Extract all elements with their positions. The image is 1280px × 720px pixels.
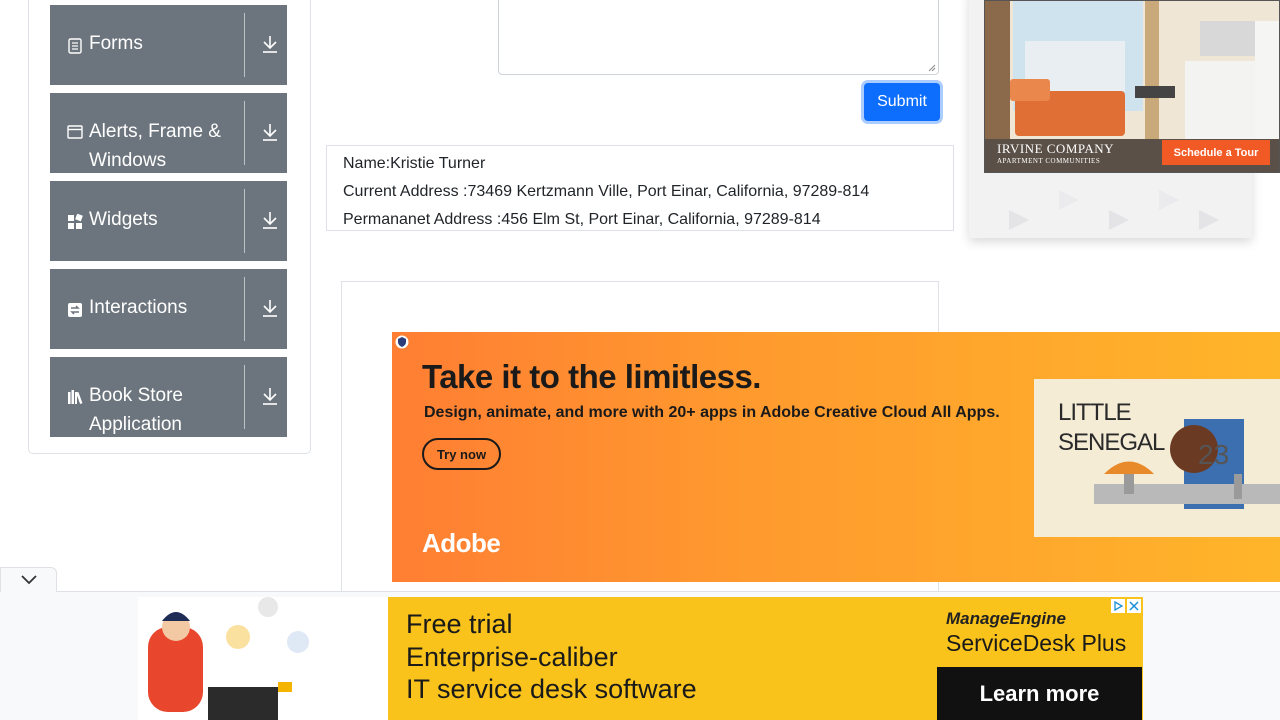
close-icon[interactable] — [1127, 599, 1141, 613]
sidebar-group-label: Interactions — [89, 297, 188, 318]
window-icon — [67, 125, 83, 139]
sidebar-group-alerts[interactable]: Alerts, Frame & Windows — [50, 93, 287, 173]
download-button[interactable] — [245, 181, 287, 261]
ad-badge-icon[interactable] — [395, 335, 409, 349]
manageengine-ad[interactable]: Free trial Enterprise-caliber IT service… — [138, 597, 1143, 720]
me-line1: Free trial — [406, 609, 513, 639]
download-button[interactable] — [245, 5, 287, 85]
resize-grip-icon[interactable] — [928, 64, 936, 72]
sidebar-group-forms[interactable]: Forms — [50, 5, 287, 85]
adobe-headline: Take it to the limitless. — [422, 358, 761, 395]
output-permanent-address: Permananet Address :456 Elm St, Port Ein… — [343, 211, 821, 228]
little-senegal-artwork: LITTLE SENEGAL 23 — [1034, 379, 1280, 537]
books-icon — [68, 390, 83, 404]
try-now-button[interactable]: Try now — [422, 438, 501, 470]
sidebar-group-label: Widgets — [89, 209, 158, 230]
adobe-ad-banner[interactable]: Take it to the limitless. Design, animat… — [392, 332, 1280, 582]
adobe-subtext: Design, animate, and more with 20+ apps … — [424, 404, 1000, 421]
sidebar-group-label: Book Store Application — [89, 385, 183, 435]
ad-choices[interactable] — [1111, 599, 1141, 613]
chevron-down-icon — [20, 575, 37, 585]
collapse-ad-button[interactable] — [0, 567, 57, 592]
output-box: Name:Kristie Turner Current Address :734… — [326, 145, 954, 231]
sidebar-group-bookstore[interactable]: Book Store Application — [50, 357, 287, 437]
adobe-logo: Adobe — [422, 528, 501, 558]
widgets-icon — [68, 214, 83, 229]
interactions-icon — [68, 303, 82, 317]
output-name: Name:Kristie Turner — [343, 155, 486, 172]
apartment-brand: IRVINE COMPANY APARTMENT COMMUNITIES — [997, 141, 1115, 165]
download-button[interactable] — [245, 357, 287, 437]
download-icon — [263, 124, 277, 141]
download-icon — [263, 36, 277, 53]
download-icon — [263, 388, 277, 405]
art-number: 23 — [1198, 439, 1230, 470]
sidebar-group-label: Alerts, Frame & Windows — [89, 121, 221, 171]
adchoices-icon[interactable] — [1111, 599, 1125, 613]
download-button[interactable] — [245, 93, 287, 173]
sidebar-group-label: Forms — [89, 33, 143, 54]
apartment-ad[interactable]: IRVINE COMPANY APARTMENT COMMUNITIES Sch… — [984, 0, 1280, 173]
download-icon — [263, 212, 277, 229]
schedule-tour-button[interactable]: Schedule a Tour — [1162, 140, 1270, 165]
manageengine-logo: ManageEngine — [946, 609, 1066, 628]
art-title-line1: LITTLE — [1058, 399, 1132, 426]
servicedesk-logo: ServiceDesk Plus — [946, 630, 1127, 656]
submit-button[interactable]: Submit — [864, 83, 940, 121]
form-icon — [68, 38, 82, 54]
me-line3: IT service desk software — [406, 674, 697, 704]
download-icon — [263, 300, 277, 317]
ad-illustration — [138, 597, 388, 720]
sidebar-group-interactions[interactable]: Interactions — [50, 269, 287, 349]
art-title-line2: SENEGAL — [1058, 429, 1165, 456]
output-current-address: Current Address :73469 Kertzmann Ville, … — [343, 183, 870, 200]
download-button[interactable] — [245, 269, 287, 349]
sidebar-group-widgets[interactable]: Widgets — [50, 181, 287, 261]
learn-more-button[interactable]: Learn more — [937, 667, 1142, 720]
permanent-address-textarea[interactable] — [498, 0, 939, 75]
me-line2: Enterprise-caliber — [406, 642, 618, 672]
